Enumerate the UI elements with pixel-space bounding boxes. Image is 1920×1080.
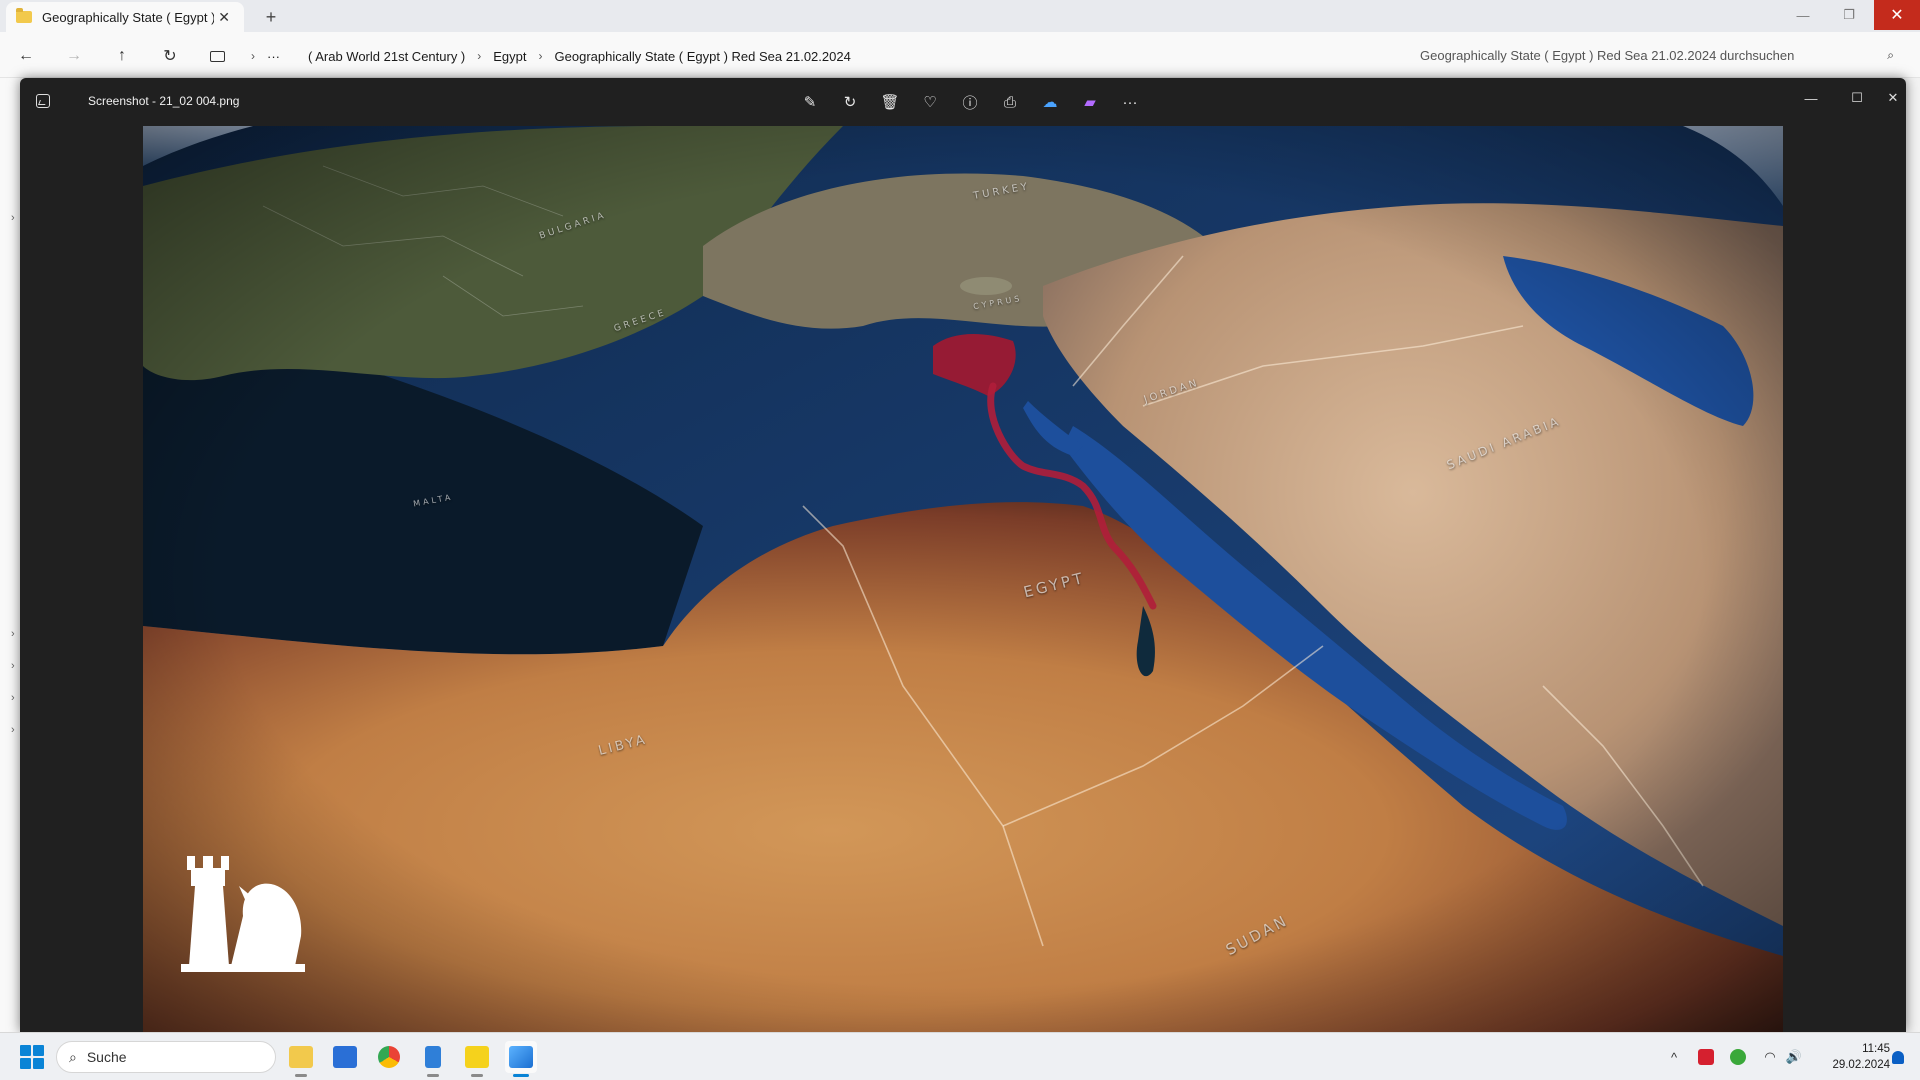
microsoft-store-icon[interactable]: [329, 1041, 361, 1073]
computer-icon[interactable]: [210, 50, 225, 62]
expand-chevron-icon[interactable]: ›: [11, 660, 15, 672]
info-icon[interactable]: ⓘ: [950, 88, 990, 116]
close-window-button[interactable]: ✕: [1874, 0, 1920, 30]
bell-glyph: [1892, 1050, 1904, 1064]
volume-icon[interactable]: 🔊: [1784, 1045, 1804, 1069]
clock-time: 11:45: [1862, 1043, 1890, 1055]
clipchamp-icon[interactable]: ▰: [1070, 88, 1110, 116]
folder-icon: [16, 8, 32, 23]
acrobat-tray-icon[interactable]: [1696, 1045, 1716, 1069]
taskbar-search-input[interactable]: ⌕ Suche: [56, 1041, 276, 1073]
map-illustration: [143, 126, 1783, 1032]
back-button[interactable]: ←: [12, 42, 40, 70]
breadcrumb-item-egypt[interactable]: Egypt: [493, 49, 526, 64]
rotate-icon[interactable]: ↻: [830, 88, 870, 116]
notepad-icon[interactable]: [417, 1041, 449, 1077]
clock-date: 29.02.2024: [1832, 1059, 1890, 1071]
viewer-maximize-button[interactable]: ☐: [1834, 84, 1880, 112]
running-indicator: [295, 1074, 307, 1077]
new-tab-button[interactable]: +: [258, 4, 284, 30]
wifi-icon[interactable]: ◠: [1760, 1045, 1780, 1069]
start-button[interactable]: [20, 1045, 44, 1069]
running-indicator: [513, 1074, 529, 1077]
search-icon: ⌕: [69, 1048, 77, 1065]
expand-chevron-icon[interactable]: ›: [11, 212, 15, 224]
edit-image-icon[interactable]: ✎: [790, 88, 830, 116]
navigation-pane: › › › › ›: [0, 78, 20, 1032]
search-placeholder: Geographically State ( Egypt ) Red Sea 2…: [1420, 47, 1795, 63]
running-indicator: [427, 1074, 439, 1077]
file-explorer-icon[interactable]: [285, 1041, 317, 1077]
expand-chevron-icon[interactable]: ›: [11, 628, 15, 640]
up-button[interactable]: ↑: [108, 42, 136, 70]
viewer-minimize-button[interactable]: —: [1788, 84, 1834, 112]
address-bar: ← → ↑ ↻ › ··· › ( Arab World 21st Centur…: [0, 32, 1920, 78]
forward-button[interactable]: →: [60, 42, 88, 70]
more-options-icon[interactable]: ···: [1110, 88, 1150, 116]
tab-close-button[interactable]: ✕: [214, 9, 234, 26]
show-hidden-icons-button[interactable]: ^: [1664, 1045, 1684, 1069]
print-icon[interactable]: ⎙: [990, 88, 1030, 116]
breadcrumb-separator[interactable]: ›: [477, 49, 481, 63]
explorer-tab[interactable]: Geographically State ( Egypt ) ✕: [6, 2, 244, 32]
windows-logo-quad: [20, 1045, 31, 1056]
taskbar-search-label: Suche: [86, 1049, 127, 1065]
delete-icon[interactable]: 🗑: [870, 88, 910, 116]
security-tray-icon[interactable]: [1728, 1045, 1748, 1069]
refresh-button[interactable]: ↻: [156, 42, 184, 70]
breadcrumb-item-arab-world[interactable]: ( Arab World 21st Century ): [308, 49, 465, 64]
breadcrumb-more[interactable]: ···: [267, 49, 280, 64]
windows-logo-quad: [33, 1058, 44, 1069]
expand-chevron-icon[interactable]: ›: [11, 692, 15, 704]
running-indicator: [471, 1074, 483, 1077]
store-glyph: [333, 1046, 357, 1068]
breadcrumb-separator[interactable]: ›: [539, 49, 543, 63]
windows-logo-quad: [20, 1058, 31, 1069]
chrome-icon[interactable]: [373, 1041, 405, 1073]
player-glyph: [465, 1046, 489, 1068]
favorite-icon[interactable]: ♡: [910, 88, 950, 116]
windows-logo-quad: [33, 1045, 44, 1056]
photos-icon[interactable]: [505, 1041, 537, 1077]
expand-chevron-icon[interactable]: ›: [11, 724, 15, 736]
acrobat-glyph: [1698, 1049, 1714, 1065]
photos-glyph: [509, 1046, 533, 1068]
restore-button[interactable]: ❐: [1826, 0, 1872, 30]
search-icon[interactable]: ⌕: [1887, 48, 1894, 63]
viewer-header: Screenshot - 21_02 004.png ✎ ↻ 🗑 ♡ ⓘ ⎙ ☁…: [20, 78, 1906, 126]
taskbar: ⌕ Suche ^ ◠ 🔊 11:45 29.02.2024: [0, 1032, 1920, 1080]
chrome-glyph: [378, 1046, 400, 1068]
map-image: EGYPT LIBYA SUDAN SAUDI ARABIA JORDAN TU…: [143, 126, 1783, 1032]
explorer-titlebar: Geographically State ( Egypt ) ✕ + — ❐ ✕: [0, 0, 1920, 32]
photos-app-icon: [36, 94, 50, 108]
tab-title: Geographically State ( Egypt ): [42, 9, 215, 25]
security-glyph: [1730, 1049, 1746, 1065]
player-icon[interactable]: [461, 1041, 493, 1077]
onedrive-icon[interactable]: ☁: [1030, 88, 1070, 116]
taskbar-clock[interactable]: 11:45 29.02.2024: [1810, 1041, 1890, 1073]
notification-bell-icon[interactable]: [1888, 1045, 1908, 1069]
photos-viewer-window: Screenshot - 21_02 004.png ✎ ↻ 🗑 ♡ ⓘ ⎙ ☁…: [20, 78, 1906, 1032]
viewer-close-button[interactable]: ✕: [1880, 84, 1906, 112]
breadcrumb[interactable]: › ··· › ( Arab World 21st Century ) › Eg…: [210, 42, 1400, 70]
search-input[interactable]: Geographically State ( Egypt ) Red Sea 2…: [1408, 40, 1906, 70]
breadcrumb-separator[interactable]: ›: [251, 49, 255, 63]
file-explorer-glyph: [289, 1046, 313, 1068]
minimize-button[interactable]: —: [1780, 0, 1826, 30]
viewer-toolbar: ✎ ↻ 🗑 ♡ ⓘ ⎙ ☁ ▰ ···: [790, 88, 1150, 116]
notepad-glyph: [425, 1046, 441, 1068]
viewer-file-name: Screenshot - 21_02 004.png: [88, 94, 240, 108]
breadcrumb-item-current-folder[interactable]: Geographically State ( Egypt ) Red Sea 2…: [555, 49, 851, 64]
